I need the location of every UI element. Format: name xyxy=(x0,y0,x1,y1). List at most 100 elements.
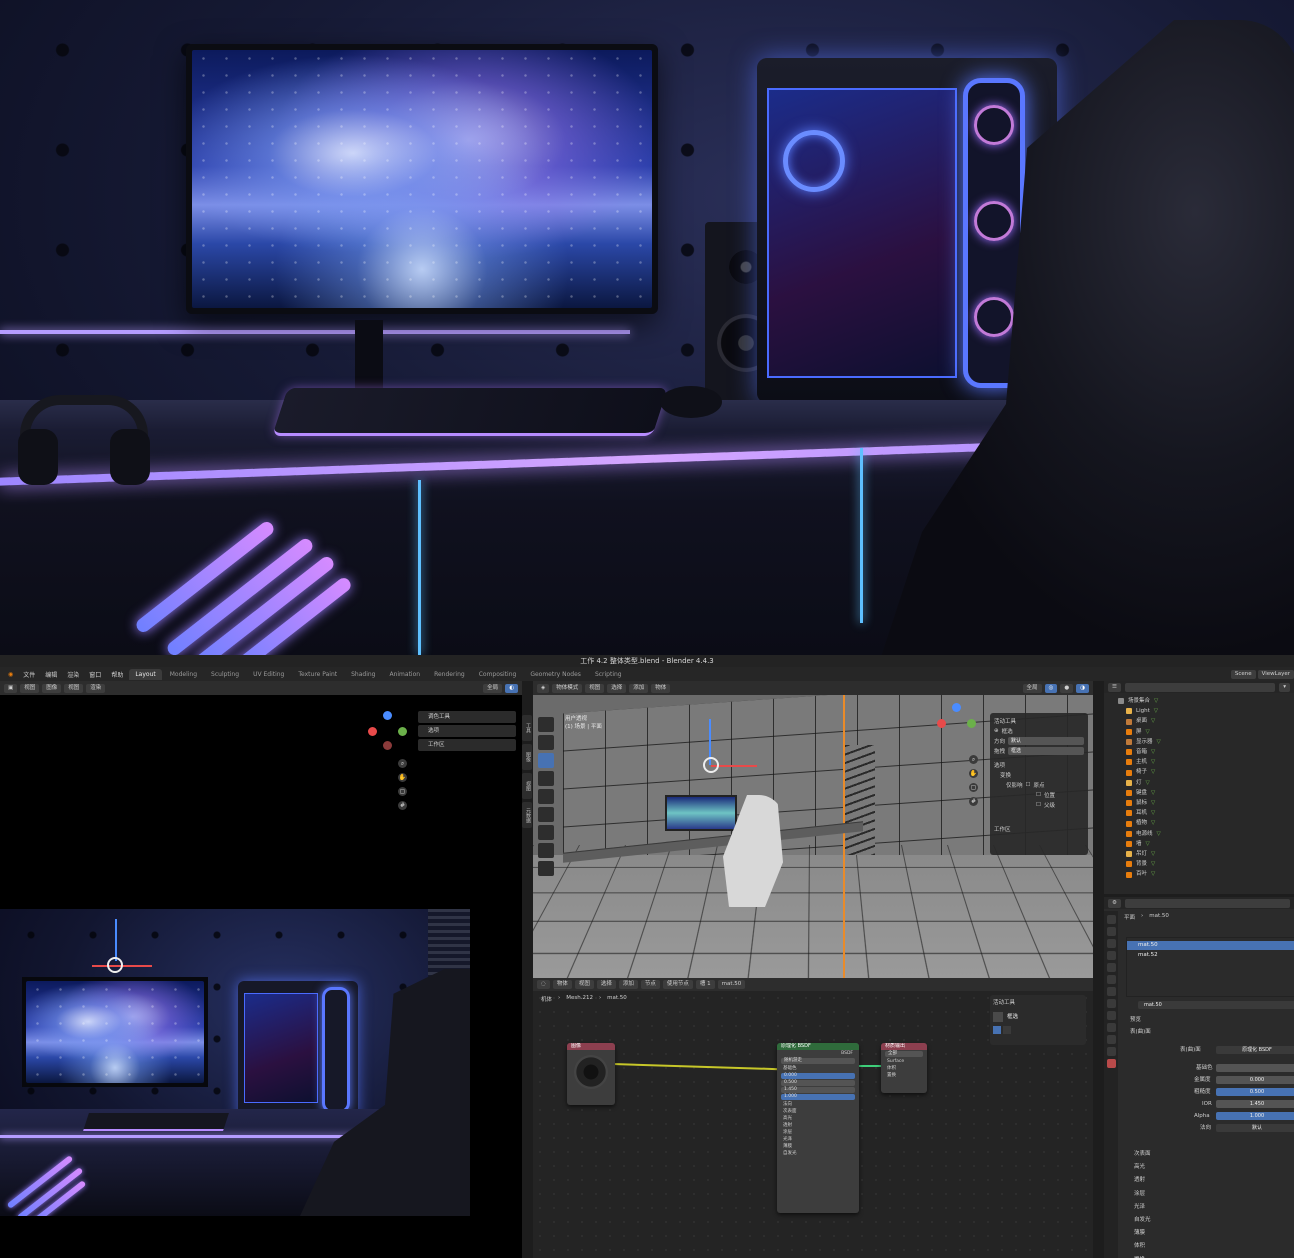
annotate-tool-icon[interactable] xyxy=(538,825,554,840)
scale-tool-icon[interactable] xyxy=(538,789,554,804)
image-editor[interactable]: ⌕ ✋ ▢ # 调色工具 选项 工作区 工具 图像 视图 元数据 xyxy=(0,695,522,1258)
property-subsection[interactable]: 体积 xyxy=(1134,1241,1145,1251)
tab-animation[interactable]: Animation xyxy=(383,669,426,680)
outliner-row[interactable]: 电源线 ▽ xyxy=(1126,830,1161,838)
visibility-icon[interactable]: ▽ xyxy=(1151,860,1155,868)
np-orientation-field[interactable]: 默认 xyxy=(1008,737,1084,745)
visibility-icon[interactable]: ▽ xyxy=(1151,768,1155,776)
visibility-icon[interactable]: ▽ xyxy=(1151,748,1155,756)
node-input[interactable]: 体积 xyxy=(881,1065,927,1072)
vp-x-axis-icon[interactable] xyxy=(937,719,946,728)
outliner-row[interactable]: 墙 ▽ xyxy=(1126,840,1150,848)
menu-render[interactable]: 渲染 xyxy=(63,670,83,679)
vp-y-axis-icon[interactable] xyxy=(967,719,976,728)
tab-scripting[interactable]: Scripting xyxy=(589,669,628,680)
outliner-row[interactable]: 植物 ▽ xyxy=(1126,819,1155,827)
vtab-view[interactable]: 视图 xyxy=(522,773,532,799)
select-mode-new-icon[interactable] xyxy=(993,1026,1001,1034)
np-parents-checkbox[interactable]: ☐ xyxy=(1036,802,1041,808)
outliner-row[interactable]: Light ▽ xyxy=(1126,707,1158,715)
visibility-icon[interactable]: ▽ xyxy=(1151,870,1155,878)
outliner-row[interactable]: 灯 ▽ xyxy=(1126,779,1150,787)
panel-workspace[interactable]: 工作区 xyxy=(418,739,516,751)
ie-menu-image[interactable]: 图像 xyxy=(42,684,61,693)
visibility-icon[interactable]: ▽ xyxy=(1157,830,1161,838)
np-location-checkbox[interactable]: ☐ xyxy=(1036,792,1041,798)
vp-pan-hand-icon[interactable]: ✋ xyxy=(969,769,978,778)
mode-selector[interactable]: 物体模式 xyxy=(552,684,582,693)
principled-bsdf-node[interactable]: 原理化 BSDF BSDF 随机游走 基础色 0.000 0.500 1.450… xyxy=(777,1043,859,1213)
object-tab-icon[interactable] xyxy=(1107,987,1116,996)
vtab-metadata[interactable]: 元数据 xyxy=(522,802,532,828)
blender-logo-icon[interactable]: ◉ xyxy=(4,671,17,678)
se-menu-view[interactable]: 视图 xyxy=(575,980,594,989)
tab-rendering[interactable]: Rendering xyxy=(428,669,471,680)
node-field[interactable]: 随机游走 xyxy=(781,1058,855,1064)
visibility-icon[interactable]: ▽ xyxy=(1146,779,1150,787)
view-layer-selector[interactable]: ViewLayer xyxy=(1258,670,1294,679)
y-axis-icon[interactable] xyxy=(398,727,407,736)
vp-z-axis-icon[interactable] xyxy=(952,703,961,712)
node-field[interactable]: 全部 xyxy=(885,1051,923,1057)
menu-edit[interactable]: 编辑 xyxy=(41,670,61,679)
material-name-field[interactable]: mat.50 xyxy=(1138,1001,1294,1009)
alpha-field[interactable]: 1.000 xyxy=(1216,1112,1294,1120)
se-menu-node[interactable]: 节点 xyxy=(641,980,660,989)
tab-sculpting[interactable]: Sculpting xyxy=(205,669,245,680)
node-input[interactable]: 自发光 xyxy=(777,1150,859,1157)
outliner-filter-icon[interactable]: ▾ xyxy=(1279,683,1290,692)
node-input[interactable]: 法向 xyxy=(777,1101,859,1108)
vp-overlay-toggle[interactable]: ◎ xyxy=(1045,684,1058,693)
tab-shading[interactable]: Shading xyxy=(345,669,381,680)
outliner-row[interactable]: 百叶 ▽ xyxy=(1126,870,1155,878)
preview-section[interactable]: 预览 xyxy=(1130,1015,1141,1025)
surface-shader-field[interactable]: 原理化 BSDF xyxy=(1216,1046,1294,1054)
node-input[interactable]: 置换 xyxy=(881,1072,927,1079)
visibility-icon[interactable]: ▽ xyxy=(1151,809,1155,817)
node-input[interactable]: Surface xyxy=(881,1058,927,1065)
visibility-icon[interactable]: ▽ xyxy=(1151,758,1155,766)
zoom-icon[interactable]: ⌕ xyxy=(398,759,407,768)
node-input[interactable]: 高光 xyxy=(777,1115,859,1122)
outliner-search[interactable] xyxy=(1125,683,1275,692)
panel-color-tools[interactable]: 调色工具 xyxy=(418,711,516,723)
vp-menu-view[interactable]: 视图 xyxy=(585,684,604,693)
shader-type[interactable]: 物体 xyxy=(553,980,572,989)
roughness-field[interactable]: 0.500 xyxy=(1216,1088,1294,1096)
node-field[interactable]: 0.000 xyxy=(781,1073,855,1079)
camera-icon[interactable]: ▢ xyxy=(398,787,407,796)
np-drag-field[interactable]: 框选 xyxy=(1008,747,1084,755)
material-tab-icon[interactable] xyxy=(1107,1059,1116,1068)
viewport-editor-type[interactable]: ◈ xyxy=(537,684,549,693)
material-selector[interactable]: mat.50 xyxy=(718,980,746,989)
visibility-icon[interactable]: ▽ xyxy=(1146,840,1150,848)
node-input[interactable]: 基础色 xyxy=(777,1065,859,1072)
outliner-row[interactable]: 背景 ▽ xyxy=(1126,860,1155,868)
outliner-editor-type[interactable]: ☰ xyxy=(1108,683,1121,692)
material-slot-selector[interactable]: 槽 1 xyxy=(696,980,715,989)
outliner-row[interactable]: 耳机 ▽ xyxy=(1126,809,1155,817)
ie-menu-view[interactable]: 视图 xyxy=(20,684,39,693)
node-input[interactable]: 光泽 xyxy=(777,1136,859,1143)
move-gizmo-center-icon[interactable] xyxy=(703,757,719,773)
menu-file[interactable]: 文件 xyxy=(19,670,39,679)
vp-transform-orientation[interactable]: 全局 xyxy=(1023,684,1042,693)
data-tab-icon[interactable] xyxy=(1107,1047,1116,1056)
visibility-icon[interactable]: ▽ xyxy=(1151,850,1155,858)
vp-shading-material[interactable]: ◑ xyxy=(1076,684,1089,693)
panel-options[interactable]: 选项 xyxy=(418,725,516,737)
shader-editor-type[interactable]: ◌ xyxy=(537,980,550,989)
outliner[interactable]: 场景集合 ▽ Light ▽ 桌面 ▽ 屏 ▽ 显示器 ▽ 音箱 ▽ 主机 ▽ 椅子 ▽ 灯 ▽ 键盘 ▽ 鼠标 ▽ 耳机 ▽… xyxy=(1104,693,1294,894)
vp-zoom-icon[interactable]: ⌕ xyxy=(969,755,978,764)
breadcrumb-object[interactable]: 机体 xyxy=(541,995,552,1003)
node-field[interactable]: 0.500 xyxy=(781,1080,855,1086)
vp-menu-select[interactable]: 选择 xyxy=(607,684,626,693)
physics-tab-icon[interactable] xyxy=(1107,1023,1116,1032)
ior-field[interactable]: 1.450 xyxy=(1216,1100,1294,1108)
vp-menu-object[interactable]: 物体 xyxy=(651,684,670,693)
np-transform-title[interactable]: 变换 xyxy=(994,770,1084,780)
properties-editor-type[interactable]: ⚙ xyxy=(1108,899,1121,908)
z-axis-icon[interactable] xyxy=(383,711,392,720)
cursor-tool-icon[interactable] xyxy=(538,735,554,750)
node-input[interactable]: 透射 xyxy=(777,1122,859,1129)
